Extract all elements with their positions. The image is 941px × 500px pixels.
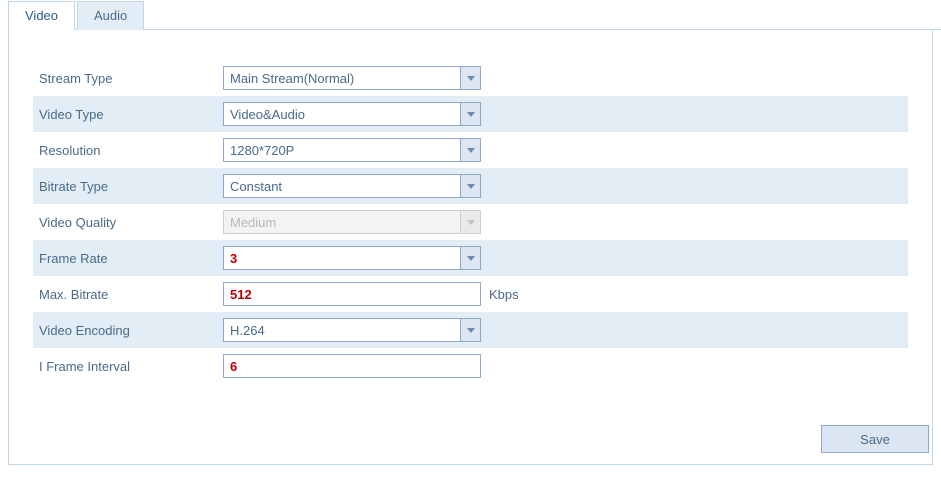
input-max-bitrate[interactable] [223,282,481,306]
row-resolution: Resolution 1280*720P [33,132,908,168]
footer: Save [821,413,929,465]
row-video-encoding: Video Encoding H.264 [33,312,908,348]
chevron-down-icon [460,139,480,161]
row-iframe-interval: I Frame Interval [33,348,908,384]
tab-audio[interactable]: Audio [77,1,144,30]
label-resolution: Resolution [33,143,223,158]
chevron-down-icon [460,103,480,125]
save-button[interactable]: Save [821,425,929,453]
row-bitrate-type: Bitrate Type Constant [33,168,908,204]
label-bitrate-type: Bitrate Type [33,179,223,194]
select-video-encoding[interactable]: H.264 [223,318,481,342]
chevron-down-icon [460,67,480,89]
chevron-down-icon [460,247,480,269]
input-iframe-interval[interactable] [223,354,481,378]
select-stream-type[interactable]: Main Stream(Normal) [223,66,481,90]
select-video-encoding-value: H.264 [224,323,460,338]
row-max-bitrate: Max. Bitrate Kbps [33,276,908,312]
tab-bar: Video Audio [8,0,941,30]
tab-video[interactable]: Video [8,1,75,30]
label-frame-rate: Frame Rate [33,251,223,266]
select-resolution[interactable]: 1280*720P [223,138,481,162]
chevron-down-icon [460,319,480,341]
row-stream-type: Stream Type Main Stream(Normal) [33,60,908,96]
chevron-down-icon [460,175,480,197]
label-max-bitrate: Max. Bitrate [33,287,223,302]
select-frame-rate-value: 3 [224,251,460,266]
select-video-quality-value: Medium [224,215,460,230]
label-iframe-interval: I Frame Interval [33,359,223,374]
label-video-type: Video Type [33,107,223,122]
select-bitrate-type[interactable]: Constant [223,174,481,198]
row-video-type: Video Type Video&Audio [33,96,908,132]
select-video-type[interactable]: Video&Audio [223,102,481,126]
label-video-quality: Video Quality [33,215,223,230]
select-stream-type-value: Main Stream(Normal) [224,71,460,86]
chevron-down-icon [460,211,480,233]
select-video-quality: Medium [223,210,481,234]
label-video-encoding: Video Encoding [33,323,223,338]
video-settings-panel: Stream Type Main Stream(Normal) Video Ty… [8,30,933,465]
select-bitrate-type-value: Constant [224,179,460,194]
row-frame-rate: Frame Rate 3 [33,240,908,276]
row-video-quality: Video Quality Medium [33,204,908,240]
unit-kbps: Kbps [481,287,519,302]
select-frame-rate[interactable]: 3 [223,246,481,270]
select-video-type-value: Video&Audio [224,107,460,122]
label-stream-type: Stream Type [33,71,223,86]
select-resolution-value: 1280*720P [224,143,460,158]
settings-container: Video Audio Stream Type Main Stream(Norm… [0,0,941,465]
